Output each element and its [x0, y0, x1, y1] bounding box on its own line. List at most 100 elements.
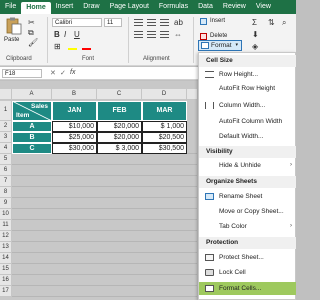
menu-item-autofit-column-width[interactable]: AutoFit Column Width [199, 115, 296, 128]
row-header-15[interactable]: 15 [0, 264, 12, 275]
tab-page-layout[interactable]: Page Layout [105, 0, 154, 14]
row-label-a[interactable]: A [12, 121, 52, 132]
row-label-c[interactable]: C [12, 143, 52, 154]
paste-button[interactable]: Paste [4, 17, 24, 47]
menu-item-column-width[interactable]: Column Width... [199, 99, 296, 112]
menu-item-hide-unhide[interactable]: Hide & Unhide › [199, 159, 296, 172]
row-header-12[interactable]: 12 [0, 231, 12, 242]
column-header-a[interactable]: A [12, 89, 52, 100]
cell-c2[interactable]: $20,000 [97, 121, 142, 132]
cell-b4[interactable]: $30,000 [52, 143, 97, 154]
tab-data[interactable]: Data [193, 0, 218, 14]
header-jan[interactable]: JAN [52, 101, 97, 121]
menu-item-rename-sheet[interactable]: Rename Sheet [199, 190, 296, 203]
enter-icon[interactable]: ✓ [60, 69, 66, 77]
find-select-icon[interactable]: ⌕ [282, 18, 286, 27]
font-size-select[interactable]: 11 [104, 18, 122, 27]
cell-b2[interactable]: $10,000 [52, 121, 97, 132]
copy-icon[interactable]: ⧉ [28, 28, 34, 37]
autosum-icon[interactable]: Σ [252, 18, 257, 27]
corner-cell[interactable]: Sales Item [12, 101, 52, 121]
row-header-6[interactable]: 6 [0, 165, 12, 176]
cell-d3[interactable]: $20,500 [142, 132, 187, 143]
row-header-1[interactable]: 1 [0, 101, 12, 121]
row-header-9[interactable]: 9 [0, 198, 12, 209]
row-header-11[interactable]: 11 [0, 220, 12, 231]
clear-icon[interactable]: ◈ [252, 42, 258, 51]
gridline [12, 285, 197, 286]
row-header-5[interactable]: 5 [0, 154, 12, 165]
cell-b3[interactable]: $25,000 [52, 132, 97, 143]
row-header-8[interactable]: 8 [0, 187, 12, 198]
row-header-4[interactable]: 4 [0, 143, 12, 154]
cell-d2[interactable]: $ 1,000 [142, 121, 187, 132]
row-header-13[interactable]: 13 [0, 242, 12, 253]
tab-file[interactable]: File [0, 0, 21, 14]
tab-draw[interactable]: Draw [78, 0, 104, 14]
row-header-14[interactable]: 14 [0, 253, 12, 264]
merge-icon[interactable]: ⇔ [174, 30, 182, 39]
align-right-icon[interactable] [160, 31, 169, 38]
wrap-text-icon[interactable]: ab [174, 18, 183, 27]
font-name-select[interactable]: Calibri [52, 18, 102, 27]
insert-icon [200, 18, 207, 25]
align-left-icon[interactable] [134, 31, 143, 38]
align-top-icon[interactable] [134, 19, 143, 26]
fill-icon[interactable]: ⬇ [252, 30, 259, 39]
align-bottom-icon[interactable] [160, 19, 169, 26]
name-box[interactable]: F18 [2, 69, 42, 78]
cell-c3[interactable]: $20,000 [97, 132, 142, 143]
tab-review[interactable]: Review [218, 0, 251, 14]
cell-c4[interactable]: $ 3,000 [97, 143, 142, 154]
menu-item-default-width[interactable]: Default Width... [199, 130, 296, 143]
tab-home[interactable]: Home [21, 2, 51, 14]
select-all-corner[interactable] [0, 89, 12, 100]
row-header-16[interactable]: 16 [0, 275, 12, 286]
align-center-icon[interactable] [147, 31, 156, 38]
column-header-d[interactable]: D [142, 89, 187, 100]
row-header-2[interactable]: 2 [0, 121, 12, 132]
align-middle-icon[interactable] [147, 19, 156, 26]
header-feb[interactable]: FEB [97, 101, 142, 121]
menu-item-tab-color[interactable]: Tab Color › [199, 220, 296, 233]
cut-icon[interactable]: ✂ [28, 18, 35, 27]
tab-formulas[interactable]: Formulas [154, 0, 193, 14]
menu-item-row-height[interactable]: Row Height... [199, 68, 296, 81]
formula-input[interactable] [82, 69, 196, 78]
row-label-b[interactable]: B [12, 132, 52, 143]
group-label-font: Font [82, 56, 95, 62]
format-painter-icon[interactable]: 🖌 [28, 38, 38, 47]
gridline [12, 164, 197, 165]
header-mar[interactable]: MAR [142, 101, 187, 121]
column-header-e[interactable] [187, 89, 198, 100]
column-header-c[interactable]: C [97, 89, 142, 100]
borders-icon[interactable]: ⊞ [54, 42, 61, 51]
row-header-7[interactable]: 7 [0, 176, 12, 187]
bold-button[interactable]: B [54, 30, 60, 39]
tab-view[interactable]: View [251, 0, 276, 14]
column-header-b[interactable]: B [52, 89, 97, 100]
gridline [12, 208, 197, 209]
format-button[interactable]: Format ▾ [198, 40, 242, 51]
format-cells-icon [205, 285, 214, 292]
cancel-icon[interactable]: ✕ [50, 69, 56, 77]
menu-item-move-copy-sheet[interactable]: Move or Copy Sheet... [199, 205, 296, 218]
insert-button[interactable]: Insert [200, 17, 225, 26]
group-label-clipboard: Clipboard [6, 56, 32, 62]
row-header-17[interactable]: 17 [0, 286, 12, 297]
tab-insert[interactable]: Insert [51, 0, 79, 14]
font-color-icon[interactable] [82, 43, 91, 50]
sort-filter-icon[interactable]: ⇅ [268, 18, 275, 27]
menu-item-lock-cell[interactable]: Lock Cell [199, 266, 296, 279]
menu-item-format-cells[interactable]: Format Cells... [199, 282, 296, 295]
row-header-10[interactable]: 10 [0, 209, 12, 220]
menu-item-protect-sheet[interactable]: Protect Sheet... [199, 251, 296, 264]
fill-color-icon[interactable] [68, 43, 77, 50]
row-header-3[interactable]: 3 [0, 132, 12, 143]
fx-icon[interactable]: fx [70, 69, 75, 76]
group-label-alignment: Alignment [143, 56, 170, 62]
italic-button[interactable]: I [64, 30, 66, 39]
underline-button[interactable]: U [74, 30, 80, 39]
cell-d4[interactable]: $30,500 [142, 143, 187, 154]
menu-item-autofit-row-height[interactable]: AutoFit Row Height [199, 82, 296, 95]
